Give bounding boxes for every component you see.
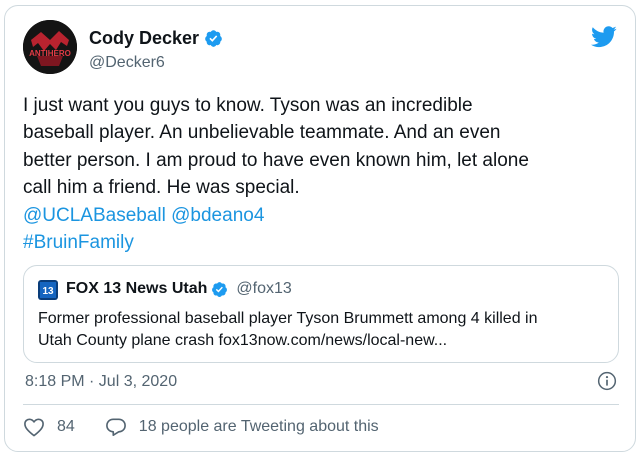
quoted-line: Utah County plane crash fox13now.com/new… <box>38 332 448 349</box>
twitter-bird-icon[interactable] <box>591 26 617 48</box>
quoted-tweet[interactable]: 13 FOX 13 News Utah @fox13 Former profes… <box>23 265 619 363</box>
tweet-hashtag-line: #BruinFamily <box>23 229 583 256</box>
heart-icon[interactable] <box>23 417 45 437</box>
tweet-mentions-line: @UCLABaseball @bdeano4 <box>23 202 583 229</box>
tweet-line: baseball player. An unbelievable teammat… <box>23 122 501 144</box>
tweet-body: I just want you guys to know. Tyson was … <box>23 92 583 256</box>
author-name-row[interactable]: Cody Decker <box>89 28 223 49</box>
quoted-author-handle[interactable]: @fox13 <box>236 280 291 298</box>
avatar-image: ANTIHERO <box>23 20 77 74</box>
tweet-card: ANTIHERO Cody Decker @Decker6 I just wan… <box>4 5 636 452</box>
quoted-line: Former professional baseball player Tyso… <box>38 310 538 327</box>
quoted-author-name[interactable]: FOX 13 News Utah <box>66 280 207 298</box>
fox13-logo-text: 13 <box>42 286 54 297</box>
divider <box>23 404 619 405</box>
verified-badge-icon <box>212 281 228 297</box>
tweet-line: call him a friend. He was special. <box>23 177 300 199</box>
tweet-timestamp[interactable]: 8:18 PM · Jul 3, 2020 <box>25 373 177 391</box>
verified-badge-icon <box>205 30 222 47</box>
author-handle[interactable]: @Decker6 <box>89 54 165 72</box>
fox13-logo: 13 <box>38 280 58 300</box>
tweet-line: better person. I am proud to have even k… <box>23 149 529 171</box>
mention-link-uclabaseball[interactable]: @UCLABaseball <box>23 205 166 226</box>
author-name[interactable]: Cody Decker <box>89 28 199 49</box>
quoted-header: FOX 13 News Utah @fox13 <box>66 280 292 298</box>
reply-bubble-icon[interactable] <box>105 417 127 437</box>
like-count[interactable]: 84 <box>57 418 75 436</box>
info-icon[interactable] <box>597 371 617 391</box>
tweet-actions: 84 18 people are Tweeting about this <box>23 417 379 437</box>
quoted-body: Former professional baseball player Tyso… <box>38 308 608 352</box>
mention-link-bdeano4[interactable]: @bdeano4 <box>171 205 264 226</box>
hashtag-link[interactable]: #BruinFamily <box>23 232 134 253</box>
author-avatar[interactable]: ANTIHERO <box>23 20 77 74</box>
avatar-text: ANTIHERO <box>29 49 71 58</box>
tweeting-about-link[interactable]: 18 people are Tweeting about this <box>139 418 379 436</box>
tweet-line: I just want you guys to know. Tyson was … <box>23 95 473 116</box>
